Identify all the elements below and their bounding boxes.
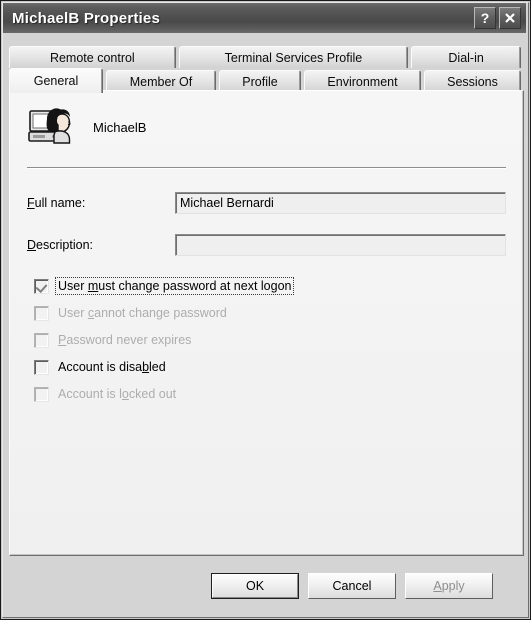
- tab-label: Member Of: [129, 74, 193, 89]
- label-post: cked out: [128, 387, 177, 401]
- tab-general[interactable]: General: [9, 68, 103, 93]
- checkbox-box: [34, 386, 49, 402]
- tab-label: Dial-in: [448, 50, 484, 65]
- tab-profile[interactable]: Profile: [219, 70, 301, 92]
- tab-label: Environment: [327, 74, 398, 89]
- checkbox-box[interactable]: [34, 359, 49, 375]
- title-bar[interactable]: MichaelB Properties ?: [3, 3, 526, 33]
- cancel-button[interactable]: Cancel: [308, 573, 396, 599]
- label-post: assword never expires: [66, 333, 192, 347]
- apply-label-post: pply: [441, 579, 465, 593]
- ok-button-label: OK: [212, 574, 298, 598]
- description-input[interactable]: [175, 234, 506, 256]
- tab-sessions[interactable]: Sessions: [424, 70, 521, 92]
- full-name-label-text: ull name:: [34, 196, 86, 210]
- label-pre: User: [58, 279, 88, 293]
- tab-row-top: Remote control Terminal Services Profile…: [9, 44, 524, 68]
- help-button[interactable]: ?: [474, 7, 496, 29]
- tab-label: Sessions: [447, 74, 498, 89]
- checkbox-account-is-locked-out: Account is locked out: [34, 383, 178, 405]
- panel-surface: MichaelB Full name: Michael Bernardi Des…: [10, 91, 523, 555]
- label-accel: o: [121, 387, 129, 401]
- user-account-icon: [28, 108, 71, 144]
- checkbox-user-must-change-password[interactable]: User must change password at next logon: [34, 275, 295, 297]
- label-post: ust change password at next logon: [98, 279, 292, 293]
- tab-remote-control[interactable]: Remote control: [9, 46, 176, 68]
- apply-button[interactable]: Apply: [405, 573, 493, 599]
- close-icon: [505, 13, 515, 23]
- tab-label: Profile: [242, 74, 278, 89]
- checkbox-box: [34, 332, 49, 348]
- checkbox-account-is-disabled[interactable]: Account is disabled: [34, 356, 168, 378]
- account-name-label: MichaelB: [93, 119, 147, 135]
- label-pre: User: [58, 306, 88, 320]
- description-label-text: escription:: [36, 238, 94, 252]
- checkbox-user-cannot-change-password: User cannot change password: [34, 302, 229, 324]
- tab-terminal-services-profile[interactable]: Terminal Services Profile: [178, 46, 409, 68]
- tab-strip: Remote control Terminal Services Profile…: [9, 41, 524, 93]
- full-name-input[interactable]: Michael Bernardi: [175, 192, 506, 214]
- general-tab-panel: MichaelB Full name: Michael Bernardi Des…: [9, 90, 524, 556]
- tab-label: General: [33, 74, 79, 88]
- window-title: MichaelB Properties: [12, 9, 161, 27]
- full-name-accel: F: [27, 196, 35, 210]
- tab-member-of[interactable]: Member Of: [106, 70, 216, 92]
- account-identity-header: MichaelB: [27, 105, 146, 149]
- tab-label: Terminal Services Profile: [224, 50, 363, 65]
- label-accel: m: [87, 279, 99, 293]
- dialog-button-bar: OK Cancel Apply: [1, 563, 530, 619]
- checkbox-label: Password never expires: [56, 332, 193, 348]
- apply-label-accel: A: [433, 579, 442, 593]
- tab-dial-in[interactable]: Dial-in: [411, 46, 521, 68]
- ok-button[interactable]: OK: [211, 573, 299, 599]
- header-separator: [27, 167, 506, 169]
- checkbox-label: Account is disabled: [56, 359, 168, 375]
- label-pre: Account is disa: [58, 360, 143, 374]
- tab-row-bottom: General Member Of Profile Environment Se…: [9, 66, 524, 93]
- label-post: annot change password: [94, 306, 227, 320]
- tab-environment[interactable]: Environment: [304, 70, 421, 92]
- full-name-row: Full name: Michael Bernardi: [27, 191, 506, 215]
- description-label: Description:: [27, 238, 175, 252]
- checkbox-label: Account is locked out: [56, 386, 178, 402]
- cancel-button-label: Cancel: [332, 579, 372, 593]
- label-accel: b: [142, 360, 150, 374]
- checkbox-label: User cannot change password: [56, 305, 229, 321]
- tab-label: Remote control: [49, 50, 135, 65]
- checkbox-password-never-expires: Password never expires: [34, 329, 193, 351]
- title-bar-buttons: ?: [474, 7, 526, 29]
- label-pre: Account is l: [58, 387, 122, 401]
- properties-dialog-window: MichaelB Properties ? Remote control Ter…: [0, 0, 531, 620]
- description-accel: D: [27, 238, 37, 252]
- question-mark-icon: ?: [480, 10, 490, 26]
- apply-button-label: Apply: [433, 579, 464, 593]
- label-post: led: [149, 360, 166, 374]
- checkbox-box[interactable]: [34, 278, 49, 294]
- full-name-label: Full name:: [27, 196, 175, 210]
- description-row: Description:: [27, 233, 506, 257]
- checkbox-label: User must change password at next logon: [54, 277, 295, 295]
- checkbox-box: [34, 305, 49, 321]
- close-button[interactable]: [499, 7, 521, 29]
